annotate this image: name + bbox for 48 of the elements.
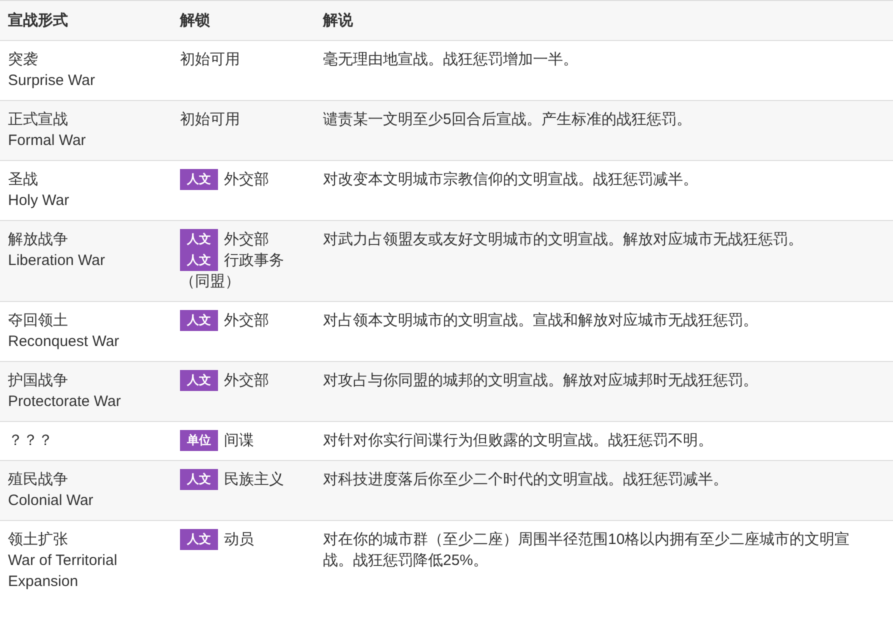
unlock-requirement: 民族主义 <box>224 470 284 490</box>
unlock-requirement: 行政事务 <box>224 251 284 271</box>
war-type-english-name: Reconquest War <box>8 332 120 352</box>
category-tag: 人文 <box>180 529 218 550</box>
unlock-requirement: 外交部 <box>224 371 269 391</box>
war-type-english-name: Formal War <box>8 131 86 151</box>
war-type-name: 圣战 <box>8 170 38 190</box>
description-text: 对攻占与你同盟的城邦的文明宣战。解放对应城邦时无战狂惩罚。 <box>323 372 758 389</box>
war-type-name: 护国战争 <box>8 371 68 391</box>
category-tag: 人文 <box>180 370 218 391</box>
column-header: 解锁 <box>180 12 210 29</box>
category-tag: 单位 <box>180 430 218 451</box>
war-type-name: 解放战争 <box>8 230 68 250</box>
column-header: 解说 <box>323 12 353 29</box>
unlock-requirement: 初始可用 <box>180 110 240 130</box>
description-text: 对改变本文明城市宗教信仰的文明宣战。战狂惩罚减半。 <box>323 171 698 188</box>
description-text: 对在你的城市群（至少二座）周围半径范围10格以内拥有至少二座城市的文明宣战。战狂惩罚降低25%。 <box>323 531 850 569</box>
category-tag: 人文 <box>180 469 218 490</box>
description-text: 毫无理由地宣战。战狂惩罚增加一半。 <box>323 51 578 68</box>
description-text: 对科技进度落后你至少二个时代的文明宣战。战狂惩罚减半。 <box>323 471 728 488</box>
unlock-requirement: 外交部 <box>224 230 269 250</box>
war-type-name: ？？？ <box>8 431 53 451</box>
unlock-requirement: 外交部 <box>224 170 269 190</box>
war-type-english-name: Protectorate War <box>8 392 121 412</box>
war-type-name: 正式宣战 <box>8 110 68 130</box>
category-tag: 人文 <box>180 229 218 250</box>
description-text: 对占领本文明城市的文明宣战。宣战和解放对应城市无战狂惩罚。 <box>323 312 758 329</box>
description-text: 对针对你实行间谍行为但败露的文明宣战。战狂惩罚不明。 <box>323 432 713 449</box>
unlock-requirement: 动员 <box>224 530 254 550</box>
unlock-requirement: 初始可用 <box>180 50 240 70</box>
description-text: 对武力占领盟友或友好文明城市的文明宣战。解放对应城市无战狂惩罚。 <box>323 231 803 248</box>
unlock-requirement: 外交部 <box>224 311 269 331</box>
column-header: 宣战形式 <box>8 12 68 29</box>
war-type-name: 领土扩张 <box>8 530 68 550</box>
war-type-english-name: Holy War <box>8 191 70 211</box>
description-text: 谴责某一文明至少5回合后宣战。产生标准的战狂惩罚。 <box>323 111 692 128</box>
war-type-english-name: Liberation War <box>8 251 105 271</box>
category-tag: 人文 <box>180 310 218 331</box>
war-type-name: 突袭 <box>8 50 38 70</box>
war-type-english-name: Colonial War <box>8 491 94 511</box>
war-type-english-name: Surprise War <box>8 71 95 91</box>
category-tag: 人文 <box>180 169 218 190</box>
category-tag: 人文 <box>180 250 218 271</box>
unlock-requirement: 间谍 <box>224 431 254 451</box>
war-type-name: 夺回领土 <box>8 311 68 331</box>
war-type-name: 殖民战争 <box>8 470 68 490</box>
unlock-requirement: （同盟） <box>180 272 240 292</box>
war-type-english-name: War of Territorial Expansion <box>8 551 118 592</box>
